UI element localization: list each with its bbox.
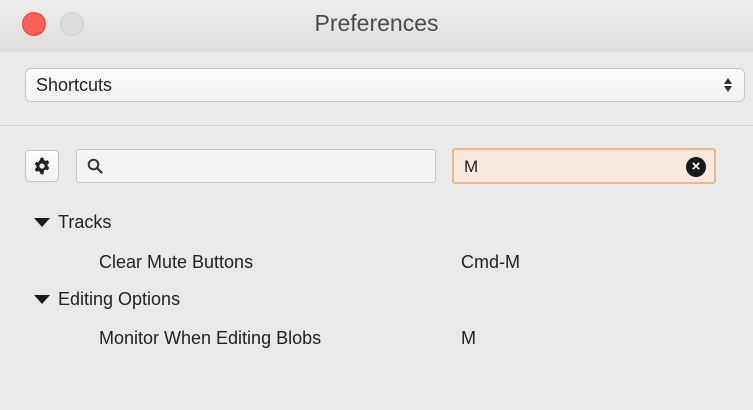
disclosure-triangle-icon[interactable]: [34, 218, 50, 227]
command-search-field[interactable]: [76, 149, 436, 183]
divider: [0, 125, 753, 126]
window-title: Preferences: [314, 10, 439, 36]
group-header-editing-options[interactable]: Editing Options: [34, 289, 180, 310]
shortcut-key: Cmd-M: [461, 252, 520, 272]
settings-button[interactable]: [25, 150, 59, 182]
clear-icon[interactable]: ×: [686, 157, 706, 177]
command-name: Monitor When Editing Blobs: [99, 328, 322, 348]
command-search-input[interactable]: [109, 154, 433, 180]
shortcut-key: M: [461, 328, 476, 348]
shortcut-row[interactable]: Clear Mute Buttons Cmd-M: [99, 252, 699, 278]
select-arrows-icon: [723, 74, 733, 96]
group-label: Editing Options: [58, 289, 181, 309]
group-label: Tracks: [58, 212, 112, 232]
shortcut-key-input[interactable]: [462, 155, 686, 179]
title-bar: Preferences: [0, 0, 753, 52]
gear-icon: [34, 157, 50, 175]
disclosure-triangle-icon[interactable]: [34, 295, 50, 304]
search-icon: [87, 158, 103, 174]
section-select-value: Shortcuts: [36, 75, 113, 95]
command-name: Clear Mute Buttons: [99, 252, 254, 272]
group-header-tracks[interactable]: Tracks: [34, 212, 111, 233]
section-select[interactable]: Shortcuts: [25, 68, 745, 102]
shortcut-key-field[interactable]: ×: [452, 148, 716, 184]
shortcut-row[interactable]: Monitor When Editing Blobs M: [99, 328, 699, 354]
